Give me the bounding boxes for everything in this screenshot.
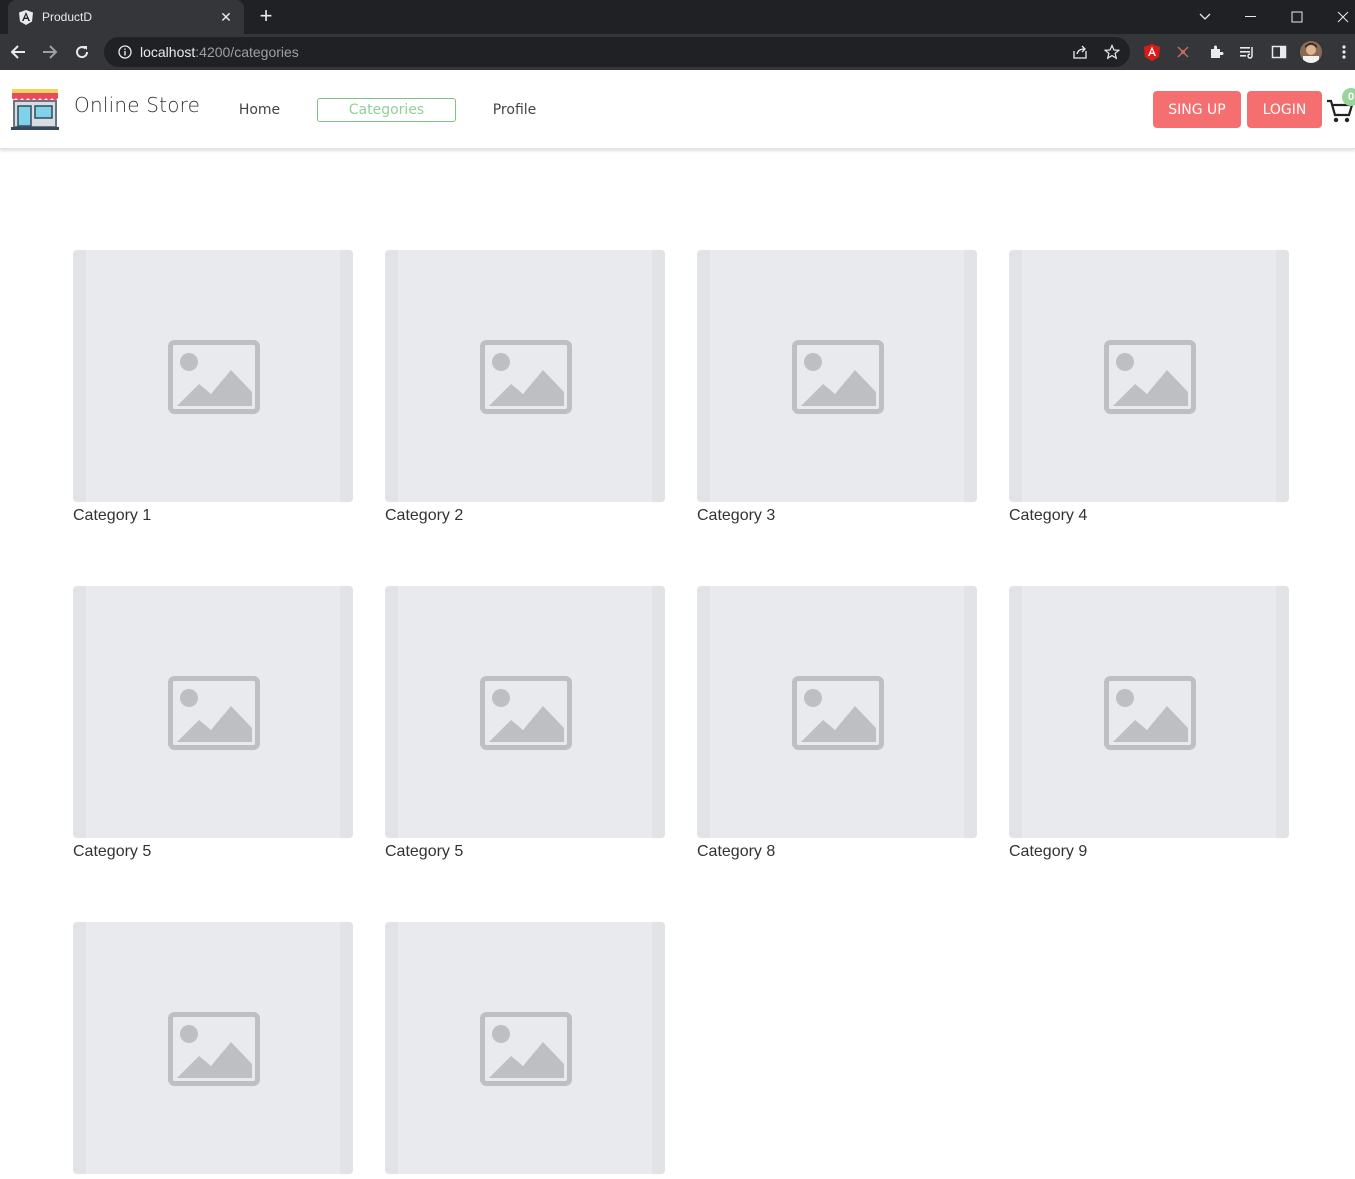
category-card[interactable]: Category 5 xyxy=(385,586,665,861)
browser-tab[interactable]: ProductD ✕ xyxy=(8,0,244,34)
category-label[interactable]: Category 9 xyxy=(1009,843,1289,861)
image-placeholder-icon xyxy=(480,1012,572,1086)
category-card[interactable]: Category 5 xyxy=(73,586,353,861)
category-image[interactable] xyxy=(385,586,665,838)
arrow-left-icon[interactable] xyxy=(4,38,32,66)
url-text: localhost:4200/categories xyxy=(140,44,299,60)
category-label[interactable]: Category 5 xyxy=(385,843,665,861)
window-close-icon[interactable] xyxy=(1320,0,1355,34)
category-image[interactable] xyxy=(1009,586,1289,838)
category-label[interactable]: Category 8 xyxy=(697,843,977,861)
avatar[interactable] xyxy=(1300,41,1322,63)
brand-name[interactable]: Online Store xyxy=(74,93,200,117)
angular-icon xyxy=(18,9,34,25)
maximize-icon[interactable] xyxy=(1274,0,1320,34)
image-placeholder-icon xyxy=(168,340,260,414)
address-bar[interactable]: localhost:4200/categories xyxy=(104,37,1130,67)
image-placeholder-icon xyxy=(168,676,260,750)
category-image[interactable] xyxy=(73,250,353,502)
image-placeholder-icon xyxy=(1104,340,1196,414)
category-image[interactable] xyxy=(385,922,665,1174)
plus-icon[interactable]: + xyxy=(254,5,278,29)
category-image[interactable] xyxy=(1009,250,1289,502)
category-label[interactable]: Category 5 xyxy=(73,843,353,861)
image-placeholder-icon xyxy=(792,676,884,750)
cart-count-badge: 0 xyxy=(1342,88,1355,106)
chevron-down-icon[interactable] xyxy=(1182,0,1228,34)
app-header: Online Store Home Categories Profile SIN… xyxy=(0,70,1355,149)
image-placeholder-icon xyxy=(480,676,572,750)
tab-title: ProductD xyxy=(42,10,93,24)
share-icon[interactable] xyxy=(1070,42,1090,62)
category-card[interactable] xyxy=(385,922,665,1179)
side-panel-icon[interactable] xyxy=(1269,42,1289,62)
signup-button[interactable]: SING UP xyxy=(1153,91,1241,128)
info-icon[interactable] xyxy=(110,45,140,59)
category-card[interactable]: Category 8 xyxy=(697,586,977,861)
category-card[interactable] xyxy=(73,922,353,1179)
reading-list-icon[interactable] xyxy=(1237,42,1257,62)
arrow-right-icon[interactable] xyxy=(36,38,64,66)
category-image[interactable] xyxy=(697,586,977,838)
close-icon[interactable]: ✕ xyxy=(218,9,234,26)
reload-icon[interactable] xyxy=(68,38,96,66)
more-vert-icon[interactable] xyxy=(1334,42,1354,62)
category-label[interactable]: Category 1 xyxy=(73,507,353,525)
category-label[interactable]: Category 2 xyxy=(385,507,665,525)
category-image[interactable] xyxy=(73,586,353,838)
category-card[interactable]: Category 1 xyxy=(73,250,353,525)
nav-home-link[interactable]: Home xyxy=(232,98,287,122)
star-icon[interactable] xyxy=(1102,42,1122,62)
image-placeholder-icon xyxy=(168,1012,260,1086)
puzzle-icon[interactable] xyxy=(1206,42,1226,62)
angular-devtools-icon[interactable] xyxy=(1142,42,1162,62)
category-card[interactable]: Category 9 xyxy=(1009,586,1289,861)
image-placeholder-icon xyxy=(480,340,572,414)
login-button[interactable]: LOGIN xyxy=(1247,91,1322,128)
category-card[interactable]: Category 2 xyxy=(385,250,665,525)
category-image[interactable] xyxy=(697,250,977,502)
nav-categories-link[interactable]: Categories xyxy=(317,98,456,122)
category-label[interactable]: Category 3 xyxy=(697,507,977,525)
category-card[interactable]: Category 3 xyxy=(697,250,977,525)
nav-profile-link[interactable]: Profile xyxy=(486,98,543,122)
category-image[interactable] xyxy=(73,922,353,1174)
category-image[interactable] xyxy=(385,250,665,502)
store-logo-icon[interactable] xyxy=(10,88,60,130)
browser-tabbar: ProductD ✕ + xyxy=(0,0,1355,34)
ruler-extension-icon[interactable] xyxy=(1173,42,1193,62)
minimize-icon[interactable] xyxy=(1228,0,1274,34)
image-placeholder-icon xyxy=(792,340,884,414)
browser-toolbar: localhost:4200/categories xyxy=(0,34,1355,70)
category-label[interactable]: Category 4 xyxy=(1009,507,1289,525)
category-card[interactable]: Category 4 xyxy=(1009,250,1289,525)
image-placeholder-icon xyxy=(1104,676,1196,750)
